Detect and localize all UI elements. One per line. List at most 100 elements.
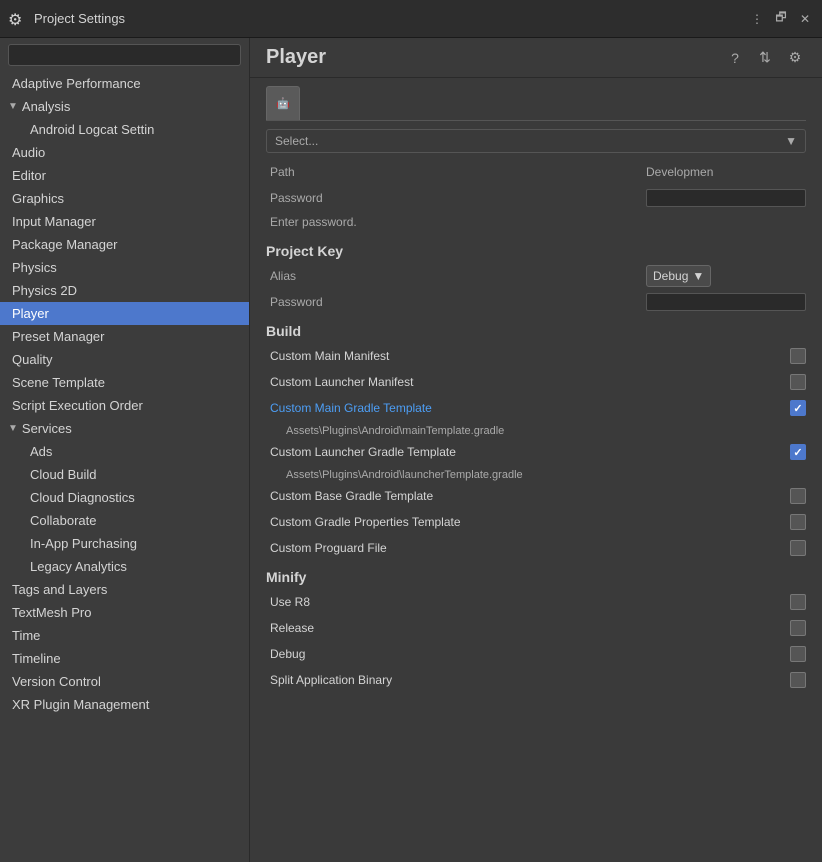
triangle-icon: ▼	[8, 423, 18, 434]
split-app-binary-checkbox[interactable]	[790, 672, 806, 688]
password-row: Password	[266, 187, 806, 209]
main-layout: Adaptive Performance ▼ Analysis Android Log…	[0, 38, 822, 862]
sidebar-item-player[interactable]: Player	[0, 302, 249, 325]
sidebar-item-android-logcat[interactable]: Android Logcat Settin	[0, 118, 249, 141]
sidebar-item-version-control[interactable]: Version Control	[0, 670, 249, 693]
settings-icon[interactable]: ⚙	[784, 47, 806, 69]
minify-label-release: Release	[266, 621, 790, 635]
build-label-custom-gradle-properties: Custom Gradle Properties Template	[266, 515, 790, 529]
search-input[interactable]	[8, 44, 241, 66]
sidebar-section-label: Analysis	[22, 99, 70, 114]
sidebar-item-graphics[interactable]: Graphics	[0, 187, 249, 210]
sidebar-item-legacy-analytics[interactable]: Legacy Analytics	[0, 555, 249, 578]
sidebar-item-cloud-diagnostics[interactable]: Cloud Diagnostics	[0, 486, 249, 509]
help-icon[interactable]: ?	[724, 47, 746, 69]
close-icon[interactable]: ✕	[796, 10, 814, 28]
select-chevron-icon: ▼	[785, 134, 797, 148]
content-header: Player ? ⇅ ⚙	[250, 38, 822, 78]
sidebar-item-script-execution-order[interactable]: Script Execution Order	[0, 394, 249, 417]
minify-label-debug: Debug	[266, 647, 790, 661]
build-label-custom-main-manifest: Custom Main Manifest	[266, 349, 790, 363]
sidebar-item-ads[interactable]: Ads	[0, 440, 249, 463]
project-key-header: Project Key	[266, 243, 806, 259]
sidebar-section-services[interactable]: ▼ Services	[0, 417, 249, 440]
header-icons: ? ⇅ ⚙	[724, 47, 806, 69]
sidebar-search-container	[0, 38, 249, 72]
sidebar: Adaptive Performance ▼ Analysis Android Log…	[0, 38, 250, 862]
build-checkbox-custom-launcher-gradle[interactable]	[790, 444, 806, 460]
alias-row: Alias Debug ▼	[266, 265, 806, 287]
build-checkbox-custom-proguard[interactable]	[790, 540, 806, 556]
build-checkbox-custom-base-gradle[interactable]	[790, 488, 806, 504]
build-label-custom-base-gradle: Custom Base Gradle Template	[266, 489, 790, 503]
maximize-icon[interactable]: 🗗	[772, 10, 790, 28]
minify-row-release: Release	[266, 617, 806, 639]
password-hint: Enter password.	[266, 213, 806, 233]
sidebar-item-preset-manager[interactable]: Preset Manager	[0, 325, 249, 348]
sidebar-section-label: Services	[22, 421, 72, 436]
alias-password-row: Password	[266, 291, 806, 313]
alias-chevron-icon: ▼	[692, 269, 704, 283]
alias-password-input[interactable]	[646, 293, 806, 311]
alias-password-label: Password	[266, 295, 646, 309]
sidebar-item-adaptive-performance[interactable]: Adaptive Performance	[0, 72, 249, 95]
build-checkbox-custom-gradle-properties[interactable]	[790, 514, 806, 530]
layout-icon[interactable]: ⇅	[754, 47, 776, 69]
build-items-list: Custom Main Manifest Custom Launcher Mani…	[266, 345, 806, 559]
build-row-custom-base-gradle: Custom Base Gradle Template	[266, 485, 806, 507]
sidebar-item-physics[interactable]: Physics	[0, 256, 249, 279]
sidebar-item-collaborate[interactable]: Collaborate	[0, 509, 249, 532]
sidebar-item-in-app-purchasing[interactable]: In-App Purchasing	[0, 532, 249, 555]
title-bar: ⚙ Project Settings ⋮ 🗗 ✕	[0, 0, 822, 38]
sidebar-item-audio[interactable]: Audio	[0, 141, 249, 164]
window-controls: ⋮ 🗗 ✕	[748, 10, 814, 28]
password-label: Password	[266, 191, 646, 205]
password-input[interactable]	[646, 189, 806, 207]
sidebar-item-cloud-build[interactable]: Cloud Build	[0, 463, 249, 486]
platform-tab-active[interactable]: 🤖	[266, 86, 300, 120]
menu-icon[interactable]: ⋮	[748, 10, 766, 28]
form-content: 🤖 Select... ▼ Path Developmen Password	[250, 78, 822, 743]
sidebar-item-timeline[interactable]: Timeline	[0, 647, 249, 670]
build-label-custom-launcher-manifest: Custom Launcher Manifest	[266, 375, 790, 389]
build-checkbox-custom-launcher-manifest[interactable]	[790, 374, 806, 390]
window-title: Project Settings	[34, 11, 748, 26]
build-checkbox-custom-main-gradle[interactable]	[790, 400, 806, 416]
minify-items-list: Use R8 Release Debug	[266, 591, 806, 665]
path-row: Path Developmen	[266, 161, 806, 183]
sidebar-item-input-manager[interactable]: Input Manager	[0, 210, 249, 233]
sidebar-item-tags-and-layers[interactable]: Tags and Layers	[0, 578, 249, 601]
content-scroll[interactable]: 🤖 Select... ▼ Path Developmen Password	[250, 78, 822, 862]
keystore-select[interactable]: Select... ▼	[266, 129, 806, 153]
keystore-select-row: Select... ▼	[266, 129, 806, 153]
sidebar-item-physics-2d[interactable]: Physics 2D	[0, 279, 249, 302]
triangle-icon: ▼	[8, 101, 18, 112]
sidebar-item-time[interactable]: Time	[0, 624, 249, 647]
path-label: Path	[266, 165, 646, 179]
sidebar-section-analysis[interactable]: ▼ Analysis	[0, 95, 249, 118]
build-row-custom-proguard: Custom Proguard File	[266, 537, 806, 559]
sidebar-item-scene-template[interactable]: Scene Template	[0, 371, 249, 394]
content-area: Player ? ⇅ ⚙ 🤖 Select... ▼	[250, 38, 822, 862]
build-row-custom-launcher-gradle: Custom Launcher Gradle Template	[266, 441, 806, 463]
minify-section-header: Minify	[266, 569, 806, 585]
build-path-custom-main-gradle: Assets\Plugins\Android\mainTemplate.grad…	[266, 423, 806, 441]
minify-row-debug: Debug	[266, 643, 806, 665]
build-checkbox-custom-main-manifest[interactable]	[790, 348, 806, 364]
sidebar-item-xr-plugin-management[interactable]: XR Plugin Management	[0, 693, 249, 716]
sidebar-item-quality[interactable]: Quality	[0, 348, 249, 371]
minify-checkbox-use-r8[interactable]	[790, 594, 806, 610]
path-value: Developmen	[646, 165, 713, 179]
split-app-binary-row: Split Application Binary	[266, 669, 806, 691]
minify-checkbox-release[interactable]	[790, 620, 806, 636]
build-label-custom-launcher-gradle: Custom Launcher Gradle Template	[266, 445, 790, 459]
minify-label-use-r8: Use R8	[266, 595, 790, 609]
sidebar-item-package-manager[interactable]: Package Manager	[0, 233, 249, 256]
build-label-custom-main-gradle[interactable]: Custom Main Gradle Template	[266, 401, 790, 415]
sidebar-item-textmesh-pro[interactable]: TextMesh Pro	[0, 601, 249, 624]
alias-dropdown[interactable]: Debug ▼	[646, 265, 711, 287]
split-app-binary-label: Split Application Binary	[266, 673, 790, 687]
page-title: Player	[266, 46, 724, 69]
minify-checkbox-debug[interactable]	[790, 646, 806, 662]
sidebar-item-editor[interactable]: Editor	[0, 164, 249, 187]
